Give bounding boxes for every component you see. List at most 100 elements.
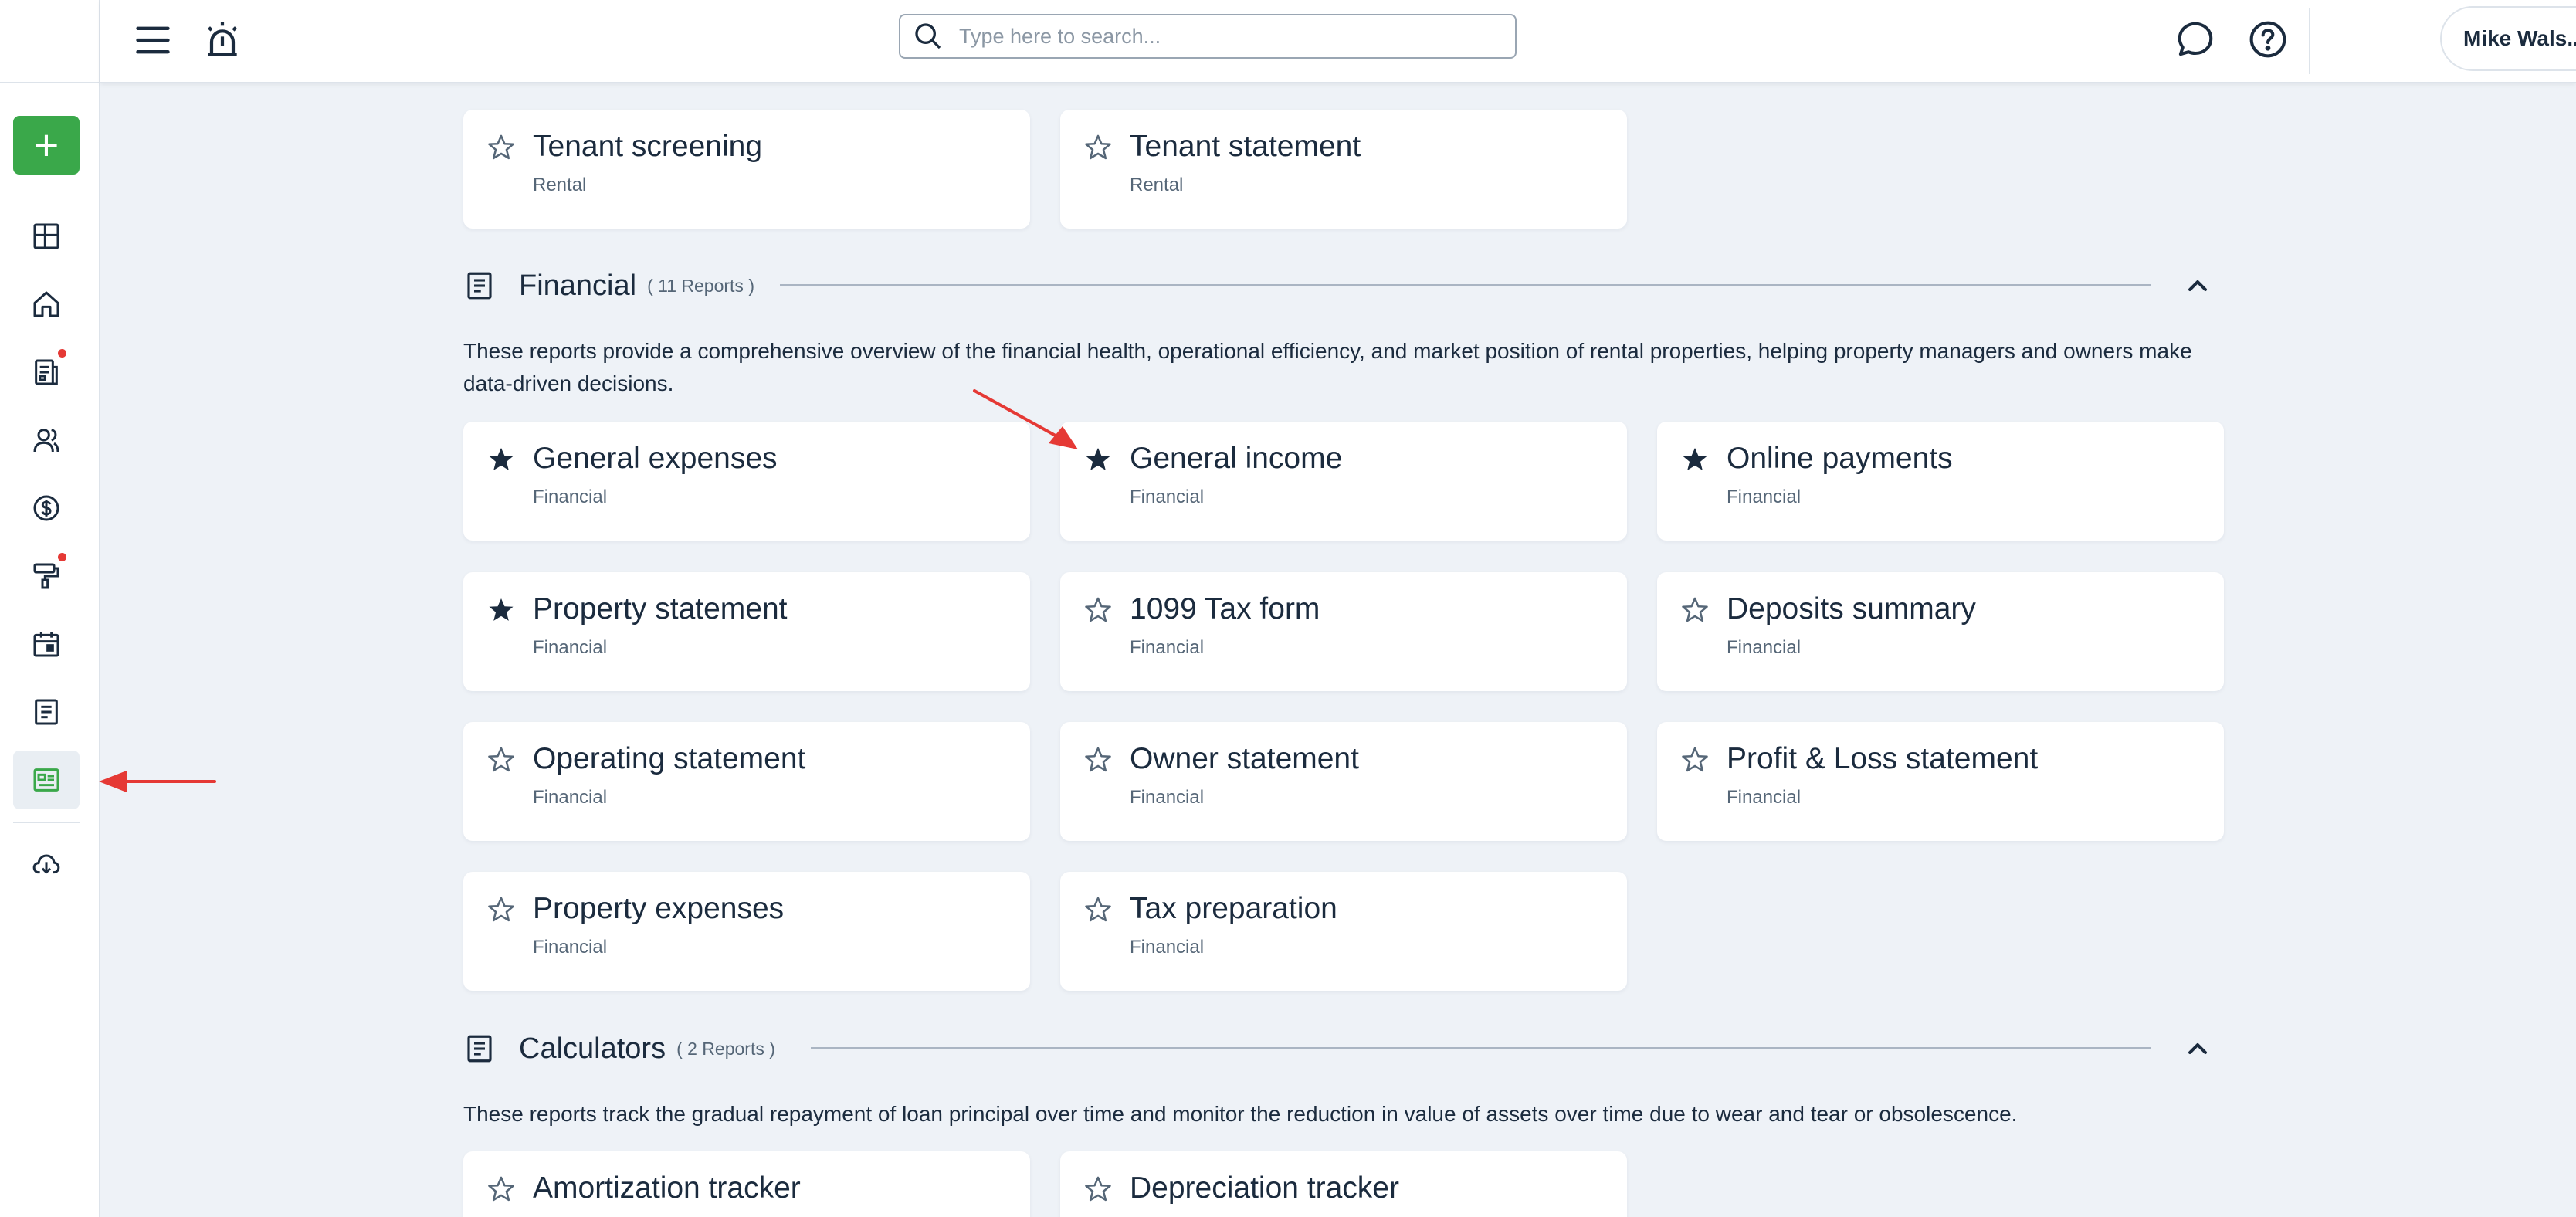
report-title: Operating statement: [533, 742, 806, 775]
report-card-tenant-statement[interactable]: Tenant statement Rental: [1060, 110, 1627, 229]
annotation-arrow-icon: [99, 771, 216, 792]
dashboard-icon: [33, 223, 59, 249]
chevron-up-icon[interactable]: [2182, 270, 2213, 301]
report-title: Depreciation tracker: [1130, 1171, 1399, 1205]
section-divider: [780, 284, 2151, 286]
report-card-property-statement[interactable]: Property statement Financial: [463, 572, 1030, 691]
report-category: Financial: [1727, 486, 1802, 507]
report-card-tax-preparation[interactable]: Tax preparation Financial: [1060, 872, 1627, 991]
search-icon: [915, 23, 941, 49]
document-icon: [35, 699, 58, 725]
sidebar-item-dashboard[interactable]: [13, 207, 80, 266]
report-category: Financial: [533, 937, 608, 958]
star-outline-icon[interactable]: [1083, 595, 1113, 625]
star-outline-icon[interactable]: [1680, 595, 1710, 625]
star-outline-icon[interactable]: [1083, 895, 1113, 924]
notification-dot: [58, 349, 66, 358]
report-title: Amortization tracker: [533, 1171, 801, 1205]
section-description: These reports track the gradual repaymen…: [463, 1102, 2018, 1126]
home-icon: [33, 291, 59, 317]
star-filled-icon[interactable]: [1680, 445, 1710, 474]
report-category: Rental: [1130, 175, 1184, 195]
sidebar-item-leases[interactable]: [13, 343, 80, 402]
star-outline-icon[interactable]: [1083, 133, 1113, 162]
report-card-deposits-summary[interactable]: Deposits summary Financial: [1657, 572, 2224, 691]
help-icon[interactable]: [2247, 19, 2289, 60]
section-title: Financial: [519, 269, 637, 302]
report-title: Tenant statement: [1130, 130, 1361, 163]
calendar-icon: [33, 632, 59, 657]
report-card-tenant-screening[interactable]: Tenant screening Rental: [463, 110, 1030, 229]
report-category: Financial: [533, 486, 608, 507]
sidebar-item-calendar[interactable]: [13, 615, 80, 673]
star-outline-icon[interactable]: [486, 895, 516, 924]
report-section-icon: [467, 272, 492, 300]
report-card-owner-statement[interactable]: Owner statement Financial: [1060, 722, 1627, 841]
hamburger-menu-icon[interactable]: [133, 20, 173, 60]
section-description: These reports provide a comprehensive ov…: [463, 339, 2192, 395]
report-card-general-income[interactable]: General income Financial: [1060, 422, 1627, 541]
report-category: Financial: [1130, 787, 1205, 808]
add-new-button[interactable]: +: [13, 116, 80, 175]
user-name: Mike Wals...: [2463, 26, 2576, 50]
report-card-online-payments[interactable]: Online payments Financial: [1657, 422, 2224, 541]
report-title: Property expenses: [533, 892, 785, 925]
star-filled-icon[interactable]: [486, 445, 516, 474]
search-input[interactable]: [959, 24, 1484, 49]
report-card-1099-tax-form[interactable]: 1099 Tax form Financial: [1060, 572, 1627, 691]
maintenance-icon: [33, 563, 59, 589]
report-card-property-expenses[interactable]: Property expenses Financial: [463, 872, 1030, 991]
star-outline-icon[interactable]: [486, 133, 516, 162]
reports-icon: [33, 768, 59, 792]
report-category: Financial: [1130, 637, 1205, 658]
section-count: ( 2 Reports ): [676, 1038, 775, 1059]
star-outline-icon[interactable]: [486, 745, 516, 775]
alarm-icon[interactable]: [201, 19, 244, 62]
sidebar-item-accounting[interactable]: [13, 479, 80, 537]
report-card-amortization-tracker[interactable]: Amortization tracker: [463, 1151, 1030, 1217]
report-card-general-expenses[interactable]: General expenses Financial: [463, 422, 1030, 541]
chevron-up-icon[interactable]: [2182, 1033, 2213, 1064]
report-card-depreciation-tracker[interactable]: Depreciation tracker: [1060, 1151, 1627, 1217]
report-category: Financial: [1727, 787, 1802, 808]
report-category: Financial: [1727, 637, 1802, 658]
section-title: Calculators: [519, 1032, 666, 1065]
section-divider: [811, 1047, 2151, 1049]
sidebar-item-maintenance[interactable]: [13, 547, 80, 605]
sidebar-item-people[interactable]: [13, 411, 80, 470]
report-title: Online payments: [1727, 442, 1953, 475]
report-section-icon: [467, 1035, 492, 1063]
report-category: Rental: [533, 175, 587, 195]
report-title: Tax preparation: [1130, 892, 1337, 925]
star-filled-icon[interactable]: [486, 595, 516, 625]
section-header-financial[interactable]: Financial ( 11 Reports ): [463, 263, 754, 309]
sidebar-divider: [13, 822, 80, 823]
report-title: Deposits summary: [1727, 592, 1976, 625]
cloud-download-icon: [32, 854, 60, 874]
search-bar[interactable]: [899, 14, 1517, 59]
topbar-divider: [2309, 8, 2310, 74]
star-outline-icon[interactable]: [1680, 745, 1710, 775]
section-count: ( 11 Reports ): [647, 275, 754, 296]
section-header-calculators[interactable]: Calculators ( 2 Reports ): [463, 1025, 775, 1072]
sidebar-item-documents[interactable]: [13, 683, 80, 741]
report-category: Financial: [533, 637, 608, 658]
sidebar-item-properties[interactable]: [13, 275, 80, 334]
sidebar-item-downloads[interactable]: [13, 834, 80, 893]
star-filled-icon[interactable]: [1083, 445, 1113, 474]
chat-icon[interactable]: [2174, 19, 2216, 60]
report-category: Financial: [1130, 486, 1205, 507]
leases-icon: [35, 359, 58, 385]
report-title: Owner statement: [1130, 742, 1359, 775]
report-category: Financial: [1130, 937, 1205, 958]
report-title: Profit & Loss statement: [1727, 742, 2039, 775]
report-title: 1099 Tax form: [1130, 592, 1320, 625]
star-outline-icon[interactable]: [486, 1175, 516, 1204]
user-menu[interactable]: Mike Wals...: [2440, 6, 2576, 71]
star-outline-icon[interactable]: [1083, 1175, 1113, 1204]
report-card-profit-loss-statement[interactable]: Profit & Loss statement Financial: [1657, 722, 2224, 841]
sidebar-item-reports[interactable]: [13, 751, 80, 809]
star-outline-icon[interactable]: [1083, 745, 1113, 775]
top-bar: Mike Wals...: [100, 0, 2576, 83]
report-card-operating-statement[interactable]: Operating statement Financial: [463, 722, 1030, 841]
